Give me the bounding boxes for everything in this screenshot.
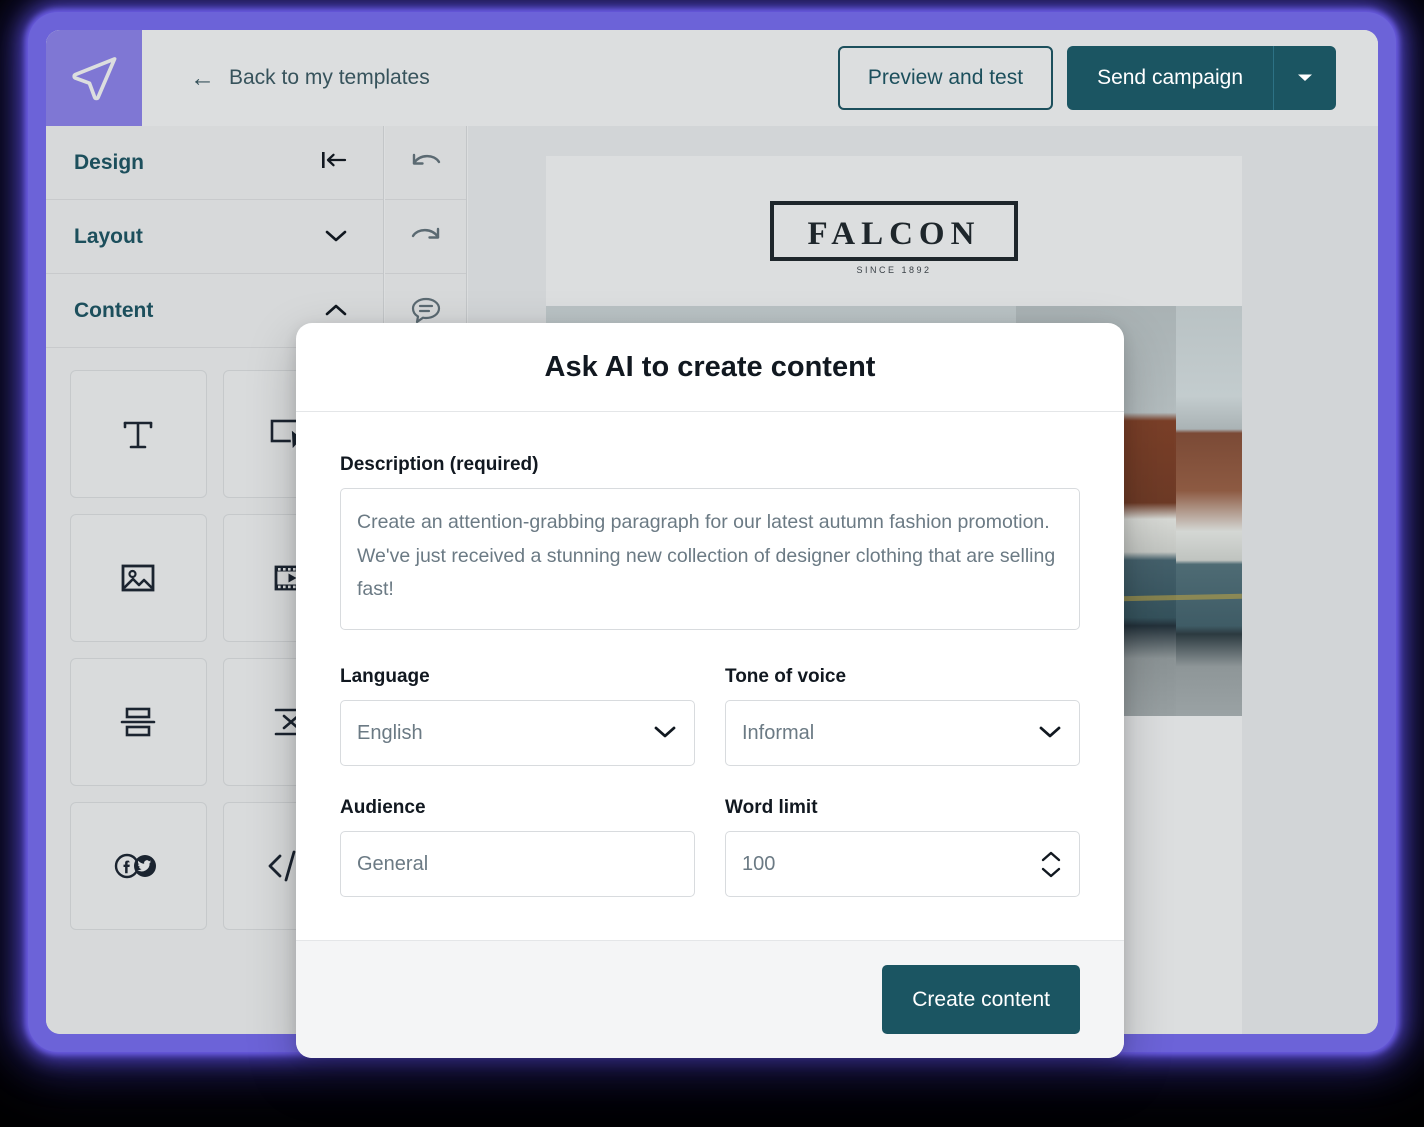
- screenshot-root: ← Back to my templates Preview and test …: [0, 0, 1424, 1127]
- audience-input-wrap[interactable]: General: [340, 831, 695, 897]
- paper-plane-icon: [72, 57, 117, 101]
- language-tone-row: Language English Tone of voice Informal: [340, 666, 1080, 766]
- audience-label: Audience: [340, 797, 426, 818]
- content-tile-split-block[interactable]: [70, 658, 207, 786]
- create-content-button[interactable]: Create content: [882, 965, 1080, 1034]
- audience-value: General: [357, 852, 429, 875]
- falcon-brand-name: FALCON: [807, 216, 981, 252]
- description-label: Description (required): [340, 454, 539, 475]
- sidebar-item-design[interactable]: Design: [46, 126, 383, 200]
- content-tile-image[interactable]: [70, 514, 207, 642]
- text-icon: [123, 421, 153, 449]
- sidebar-item-layout[interactable]: Layout: [46, 200, 383, 274]
- chevron-up-icon[interactable]: [325, 299, 347, 323]
- undo-icon: [412, 153, 440, 165]
- word-limit-value: 100: [742, 852, 776, 875]
- sidebar-item-content-label: Content: [74, 298, 154, 322]
- falcon-logo: FALCON SINCE 1892: [769, 201, 1019, 275]
- word-limit-field: Word limit 100: [725, 797, 1080, 897]
- back-to-templates-label: Back to my templates: [229, 66, 430, 89]
- top-bar-actions: Preview and test Send campaign: [837, 46, 1336, 110]
- language-select[interactable]: English: [340, 700, 695, 766]
- sidebar-item-layout-label: Layout: [74, 224, 143, 248]
- description-input[interactable]: [340, 488, 1080, 630]
- word-limit-stepper[interactable]: [1041, 851, 1061, 878]
- word-limit-input-wrap[interactable]: 100: [725, 831, 1080, 897]
- redo-icon: [411, 227, 439, 239]
- caret-down-icon: [1298, 74, 1312, 81]
- social-icons-icon: [115, 853, 157, 879]
- split-block-icon: [120, 707, 156, 737]
- chevron-up-icon[interactable]: [1041, 851, 1061, 862]
- preview-and-test-button[interactable]: Preview and test: [837, 46, 1054, 110]
- word-limit-label: Word limit: [725, 797, 818, 818]
- audience-wordlimit-row: Audience General Word limit 100: [340, 797, 1080, 897]
- tone-of-voice-label: Tone of voice: [725, 666, 847, 687]
- undo-button[interactable]: [385, 126, 466, 200]
- tone-field: Tone of voice Informal: [725, 666, 1080, 766]
- send-campaign-dropdown-button[interactable]: [1274, 46, 1336, 110]
- send-campaign-split-button: Send campaign: [1067, 46, 1336, 110]
- modal-title: Ask AI to create content: [544, 350, 876, 383]
- sidebar-item-design-label: Design: [74, 150, 145, 174]
- tone-of-voice-select[interactable]: Informal: [725, 700, 1080, 766]
- chevron-down-icon: [654, 725, 676, 742]
- top-bar: ← Back to my templates Preview and test …: [46, 30, 1378, 126]
- back-to-templates-link[interactable]: ← Back to my templates: [190, 63, 430, 92]
- collapse-panel-icon[interactable]: [321, 150, 347, 176]
- content-tile-social[interactable]: [70, 802, 207, 930]
- modal-body: Description (required) Language English: [296, 412, 1124, 897]
- falcon-tagline-wrap: SINCE 1892: [774, 249, 1015, 275]
- image-icon: [121, 564, 155, 592]
- modal-header: Ask AI to create content: [296, 323, 1124, 412]
- content-tile-text[interactable]: [70, 370, 207, 498]
- language-field: Language English: [340, 666, 695, 766]
- chevron-down-icon: [1039, 725, 1061, 742]
- falcon-tagline: SINCE 1892: [850, 265, 938, 275]
- tone-of-voice-value: Informal: [742, 721, 815, 744]
- language-value: English: [357, 721, 423, 744]
- app-logo[interactable]: [46, 30, 142, 126]
- comment-icon: [411, 297, 440, 323]
- redo-button[interactable]: [385, 200, 466, 274]
- chevron-down-icon[interactable]: [1041, 867, 1061, 878]
- modal-footer: Create content: [296, 940, 1124, 1058]
- ask-ai-modal: Ask AI to create content Description (re…: [296, 323, 1124, 1058]
- send-campaign-button[interactable]: Send campaign: [1067, 46, 1274, 110]
- audience-field: Audience General: [340, 797, 695, 897]
- email-logo-area: FALCON SINCE 1892: [546, 156, 1242, 306]
- chevron-down-icon[interactable]: [325, 225, 347, 249]
- language-label: Language: [340, 666, 430, 687]
- arrow-left-icon: ←: [190, 63, 215, 92]
